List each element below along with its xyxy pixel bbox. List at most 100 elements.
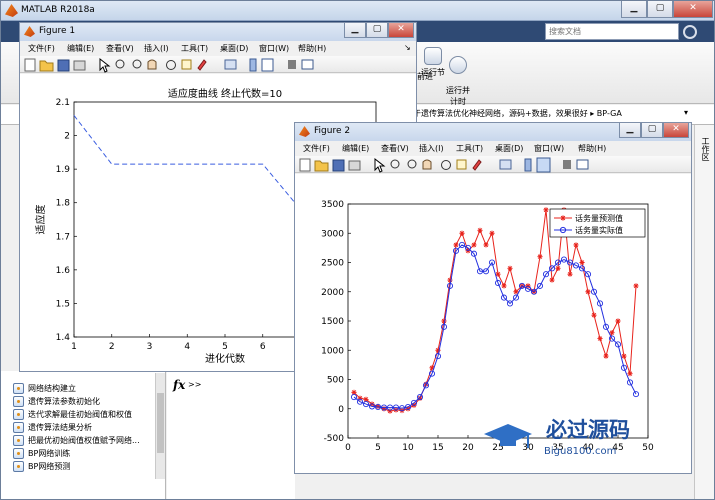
advance-button[interactable]: 前进 xyxy=(417,71,433,82)
y-tick-label: 1.6 xyxy=(56,266,71,276)
scrollbar-thumb[interactable] xyxy=(157,393,164,453)
script-file-icon xyxy=(13,383,24,394)
predicted-value-point xyxy=(615,318,621,324)
run-and-time-button[interactable]: 运行并 计时 xyxy=(443,47,473,107)
save-icon xyxy=(57,59,70,72)
predicted-value-point xyxy=(633,283,639,289)
legend-label: 话务量实际值 xyxy=(575,225,623,235)
figure-1-menu-bar: 文件(F) 编辑(E) 查看(V) 插入(I) 工具(T) 桌面(D) 窗口(W… xyxy=(20,41,416,56)
save-icon xyxy=(332,159,345,172)
minimize-icon[interactable]: ▁ xyxy=(619,123,641,138)
y-tick-label: 500 xyxy=(327,376,344,386)
command-window[interactable] xyxy=(167,371,295,499)
y-tick-label: 2000 xyxy=(321,288,344,298)
file-item[interactable]: 网络结构建立 xyxy=(13,383,76,394)
file-item[interactable]: BP网络训练 xyxy=(13,448,70,459)
script-file-icon xyxy=(13,422,24,433)
predicted-value-point xyxy=(453,242,459,248)
menu-view[interactable]: 查看(V) xyxy=(106,43,134,54)
file-item[interactable]: 迭代求解最佳初始阀值和权值 xyxy=(13,409,132,420)
show-plot-tools-icon xyxy=(301,59,314,70)
x-tick-label: 6 xyxy=(260,342,266,352)
file-list-scrollbar[interactable] xyxy=(155,373,165,479)
maximize-icon[interactable]: ▢ xyxy=(641,123,663,138)
figure-icon xyxy=(24,26,35,37)
zoom-in-icon xyxy=(390,159,400,169)
x-tick-label: 2 xyxy=(109,342,115,352)
menu-window[interactable]: 窗口(W) xyxy=(534,143,564,154)
close-icon[interactable]: ✕ xyxy=(388,23,414,38)
predicted-value-point xyxy=(459,230,465,236)
menu-view[interactable]: 查看(V) xyxy=(381,143,409,154)
menu-edit[interactable]: 编辑(E) xyxy=(67,43,94,54)
x-tick-label: 5 xyxy=(222,342,228,352)
advance-label: 前进 xyxy=(417,72,433,81)
predicted-value-point xyxy=(597,335,603,342)
function-browser-icon[interactable]: fx xyxy=(173,378,185,392)
file-item[interactable]: 把最优初始阀值权值赋予网络... xyxy=(13,435,140,446)
minimize-icon[interactable]: ▁ xyxy=(621,1,647,18)
figure-1-title: Figure 1 xyxy=(39,26,76,36)
file-name: BP网络训练 xyxy=(28,449,71,458)
menu-help[interactable]: 帮助(H) xyxy=(578,143,606,154)
pointer-icon xyxy=(99,57,111,73)
command-prompt: >> xyxy=(188,380,202,389)
menu-window[interactable]: 窗口(W) xyxy=(259,43,289,54)
legend-marker xyxy=(560,215,566,221)
dock-arrow-icon[interactable]: ↘ xyxy=(404,43,411,52)
zoom-out-icon xyxy=(407,159,417,169)
menu-desktop[interactable]: 桌面(D) xyxy=(495,143,523,154)
y-tick-label: 1.4 xyxy=(56,333,71,343)
menu-insert[interactable]: 插入(I) xyxy=(419,143,444,154)
figure-2-menu-bar: 文件(F) 编辑(E) 查看(V) 插入(I) 工具(T) 桌面(D) 窗口(W… xyxy=(295,141,691,156)
matlab-window-title: MATLAB R2018a xyxy=(21,5,95,15)
watermark-text: 必过源码 xyxy=(546,418,630,442)
maximize-icon[interactable]: ▢ xyxy=(647,1,673,18)
predicted-value-point xyxy=(477,227,483,233)
path-dropdown-icon[interactable]: ▾ xyxy=(684,108,688,117)
file-name: 遗传算法结果分析 xyxy=(28,423,92,432)
y-tick-label: 2500 xyxy=(321,259,344,269)
menu-insert[interactable]: 插入(I) xyxy=(144,43,169,54)
close-icon[interactable]: ✕ xyxy=(663,123,689,138)
figure-1-title-bar: Figure 1 ▁ ▢ ✕ xyxy=(20,23,416,41)
documentation-search-input[interactable] xyxy=(545,23,679,40)
link-plot-icon xyxy=(499,159,512,170)
file-item[interactable]: 遗传算法参数初始化 xyxy=(13,396,100,407)
y-tick-label: 2.1 xyxy=(56,98,70,108)
rotate-icon xyxy=(441,160,451,170)
search-icon[interactable] xyxy=(683,25,697,39)
y-axis-label: 适应度 xyxy=(34,205,47,235)
menu-file[interactable]: 文件(F) xyxy=(28,43,55,54)
menu-edit[interactable]: 编辑(E) xyxy=(342,143,369,154)
x-tick-label: 0 xyxy=(345,443,351,453)
predicted-value-point xyxy=(483,242,489,248)
file-item[interactable]: BP网络预测 xyxy=(13,461,70,472)
close-icon[interactable]: ✕ xyxy=(673,1,713,18)
menu-desktop[interactable]: 桌面(D) xyxy=(220,43,248,54)
watermark-url: Bigu8100.com xyxy=(544,446,616,457)
current-folder-path[interactable]: 于遗传算法优化神经网络，源码+数据，效果很好 ▸ BP-GA xyxy=(413,108,622,119)
chart-title: 适应度曲线 终止代数=10 xyxy=(168,87,282,100)
plot-axes-box xyxy=(347,203,649,439)
menu-file[interactable]: 文件(F) xyxy=(303,143,330,154)
x-tick-label: 5 xyxy=(375,443,381,453)
run-section-icon xyxy=(424,47,442,65)
predicted-value-point xyxy=(489,230,495,236)
menu-tools[interactable]: 工具(T) xyxy=(181,43,208,54)
colorbar-icon xyxy=(249,58,257,72)
minimize-icon[interactable]: ▁ xyxy=(344,23,366,38)
maximize-icon[interactable]: ▢ xyxy=(366,23,388,38)
print-icon xyxy=(348,160,361,171)
x-tick-label: 1 xyxy=(71,342,77,352)
workspace-label: 工作区 xyxy=(701,137,710,161)
file-name: 把最优初始阀值权值赋予网络... xyxy=(28,436,140,445)
menu-tools[interactable]: 工具(T) xyxy=(456,143,483,154)
menu-help[interactable]: 帮助(H) xyxy=(298,43,326,54)
x-tick-label: 15 xyxy=(432,443,443,453)
file-item[interactable]: 遗传算法结果分析 xyxy=(13,422,92,433)
workspace-panel-collapsed[interactable]: 工作区 xyxy=(694,125,714,499)
ribbon-tab-area xyxy=(419,21,539,42)
predicted-value-point xyxy=(555,265,561,271)
legend-icon xyxy=(261,58,274,72)
